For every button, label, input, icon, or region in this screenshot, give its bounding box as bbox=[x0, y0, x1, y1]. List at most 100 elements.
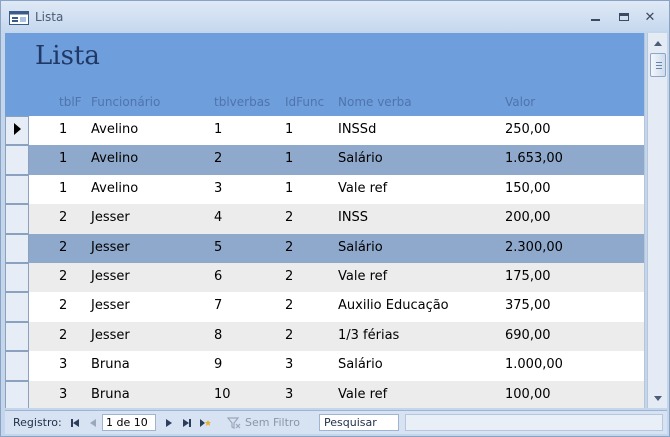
cell-valor[interactable]: 375,00 bbox=[505, 298, 551, 313]
cell-nome-verba[interactable]: Auxilio Educação bbox=[338, 298, 449, 313]
cell-valor[interactable]: 1.000,00 bbox=[505, 357, 563, 372]
cell-valor[interactable]: 1.653,00 bbox=[505, 151, 563, 166]
cell-nome-verba[interactable]: Salário bbox=[338, 240, 383, 255]
record-label: Registro: bbox=[13, 416, 62, 429]
record-row[interactable]: 2 Jesser 5 2 Salário 2.300,00 bbox=[29, 233, 644, 263]
record-selector[interactable] bbox=[5, 174, 29, 205]
cell-valor[interactable]: 175,00 bbox=[505, 269, 551, 284]
cell-funcionario[interactable]: Bruna bbox=[91, 357, 130, 372]
search-field[interactable]: Pesquisar bbox=[319, 414, 399, 431]
record-selector[interactable] bbox=[5, 351, 29, 381]
cell-nome-verba[interactable]: Vale ref bbox=[338, 269, 387, 284]
record-selector[interactable] bbox=[5, 321, 29, 352]
cell-tblverbas[interactable]: 2 bbox=[214, 151, 222, 166]
cell-valor[interactable]: 100,00 bbox=[505, 387, 551, 402]
cell-nome-verba[interactable]: INSSd bbox=[338, 122, 376, 137]
first-record-button[interactable] bbox=[69, 417, 81, 429]
cell-nome-verba[interactable]: Salário bbox=[338, 357, 383, 372]
cell-idfunc[interactable]: 2 bbox=[285, 240, 293, 255]
cell-funcionario[interactable]: Jesser bbox=[91, 210, 130, 225]
record-selector[interactable] bbox=[5, 204, 29, 234]
record-row[interactable]: 1 Avelino 2 1 Salário 1.653,00 bbox=[29, 145, 644, 175]
close-button[interactable]: ✕ bbox=[641, 9, 659, 25]
cell-tblf[interactable]: 3 bbox=[59, 357, 67, 372]
cell-tblf[interactable]: 2 bbox=[59, 269, 67, 284]
cell-valor[interactable]: 150,00 bbox=[505, 181, 551, 196]
current-record-field[interactable]: 1 de 10 bbox=[102, 414, 156, 431]
cell-nome-verba[interactable]: Salário bbox=[338, 151, 383, 166]
cell-tblverbas[interactable]: 7 bbox=[214, 298, 222, 313]
cell-valor[interactable]: 250,00 bbox=[505, 122, 551, 137]
cell-idfunc[interactable]: 1 bbox=[285, 181, 293, 196]
cell-idfunc[interactable]: 2 bbox=[285, 298, 293, 313]
cell-tblverbas[interactable]: 9 bbox=[214, 357, 222, 372]
cell-idfunc[interactable]: 1 bbox=[285, 122, 293, 137]
record-selector[interactable] bbox=[5, 233, 29, 263]
cell-funcionario[interactable]: Jesser bbox=[91, 269, 130, 284]
record-selector[interactable] bbox=[5, 116, 29, 146]
cell-nome-verba[interactable]: 1/3 férias bbox=[338, 328, 399, 343]
cell-idfunc[interactable]: 2 bbox=[285, 269, 293, 284]
cell-idfunc[interactable]: 2 bbox=[285, 210, 293, 225]
column-header-tblf: tblF bbox=[59, 95, 82, 109]
horizontal-scrollbar[interactable] bbox=[405, 414, 663, 431]
cell-nome-verba[interactable]: INSS bbox=[338, 210, 368, 225]
cell-tblf[interactable]: 2 bbox=[59, 328, 67, 343]
cell-nome-verba[interactable]: Vale ref bbox=[338, 387, 387, 402]
cell-tblverbas[interactable]: 6 bbox=[214, 269, 222, 284]
cell-nome-verba[interactable]: Vale ref bbox=[338, 181, 387, 196]
record-row[interactable]: 2 Jesser 7 2 Auxilio Educação 375,00 bbox=[29, 292, 644, 322]
record-row[interactable]: 2 Jesser 6 2 Vale ref 175,00 bbox=[29, 263, 644, 293]
cell-tblf[interactable]: 1 bbox=[59, 151, 67, 166]
cell-tblf[interactable]: 1 bbox=[59, 181, 67, 196]
record-row[interactable]: 3 Bruna 10 3 Vale ref 100,00 bbox=[29, 380, 644, 408]
cell-idfunc[interactable]: 3 bbox=[285, 387, 293, 402]
scroll-up-icon bbox=[654, 40, 662, 46]
record-row[interactable]: 2 Jesser 8 2 1/3 férias 690,00 bbox=[29, 321, 644, 352]
record-row[interactable]: 2 Jesser 4 2 INSS 200,00 bbox=[29, 204, 644, 234]
maximize-button[interactable] bbox=[615, 9, 633, 25]
cell-tblf[interactable]: 1 bbox=[59, 122, 67, 137]
filter-label: Sem Filtro bbox=[245, 416, 300, 429]
vertical-scrollbar[interactable] bbox=[647, 33, 667, 408]
cell-funcionario[interactable]: Jesser bbox=[91, 240, 130, 255]
cell-valor[interactable]: 690,00 bbox=[505, 328, 551, 343]
scroll-up-button[interactable] bbox=[650, 35, 666, 51]
cell-tblf[interactable]: 3 bbox=[59, 387, 67, 402]
record-row[interactable]: 1 Avelino 1 1 INSSd 250,00 bbox=[29, 116, 644, 146]
cell-funcionario[interactable]: Bruna bbox=[91, 387, 130, 402]
cell-funcionario[interactable]: Avelino bbox=[91, 122, 138, 137]
cell-valor[interactable]: 200,00 bbox=[505, 210, 551, 225]
cell-tblverbas[interactable]: 5 bbox=[214, 240, 222, 255]
cell-idfunc[interactable]: 2 bbox=[285, 328, 293, 343]
record-selector[interactable] bbox=[5, 145, 29, 175]
cell-idfunc[interactable]: 3 bbox=[285, 357, 293, 372]
cell-tblverbas[interactable]: 8 bbox=[214, 328, 222, 343]
new-record-button[interactable] bbox=[199, 417, 211, 429]
minimize-button[interactable] bbox=[586, 9, 604, 25]
scroll-thumb[interactable] bbox=[650, 53, 666, 77]
cell-idfunc[interactable]: 1 bbox=[285, 151, 293, 166]
cell-funcionario[interactable]: Jesser bbox=[91, 298, 130, 313]
cell-funcionario[interactable]: Jesser bbox=[91, 328, 130, 343]
record-row[interactable]: 1 Avelino 3 1 Vale ref 150,00 bbox=[29, 174, 644, 205]
previous-record-button[interactable] bbox=[87, 417, 99, 429]
cell-tblverbas[interactable]: 1 bbox=[214, 122, 222, 137]
cell-tblverbas[interactable]: 10 bbox=[214, 387, 231, 402]
record-selector[interactable] bbox=[5, 292, 29, 322]
scroll-down-button[interactable] bbox=[650, 390, 666, 406]
record-row[interactable]: 3 Bruna 9 3 Salário 1.000,00 bbox=[29, 351, 644, 381]
last-record-button[interactable] bbox=[181, 417, 193, 429]
cell-tblf[interactable]: 2 bbox=[59, 240, 67, 255]
filter-toggle[interactable]: Sem Filtro bbox=[227, 414, 313, 431]
cell-tblverbas[interactable]: 3 bbox=[214, 181, 222, 196]
cell-tblverbas[interactable]: 4 bbox=[214, 210, 222, 225]
cell-valor[interactable]: 2.300,00 bbox=[505, 240, 563, 255]
cell-tblf[interactable]: 2 bbox=[59, 210, 67, 225]
cell-funcionario[interactable]: Avelino bbox=[91, 181, 138, 196]
cell-funcionario[interactable]: Avelino bbox=[91, 151, 138, 166]
record-selector[interactable] bbox=[5, 263, 29, 293]
next-record-button[interactable] bbox=[163, 417, 175, 429]
record-selector[interactable] bbox=[5, 380, 29, 408]
cell-tblf[interactable]: 2 bbox=[59, 298, 67, 313]
